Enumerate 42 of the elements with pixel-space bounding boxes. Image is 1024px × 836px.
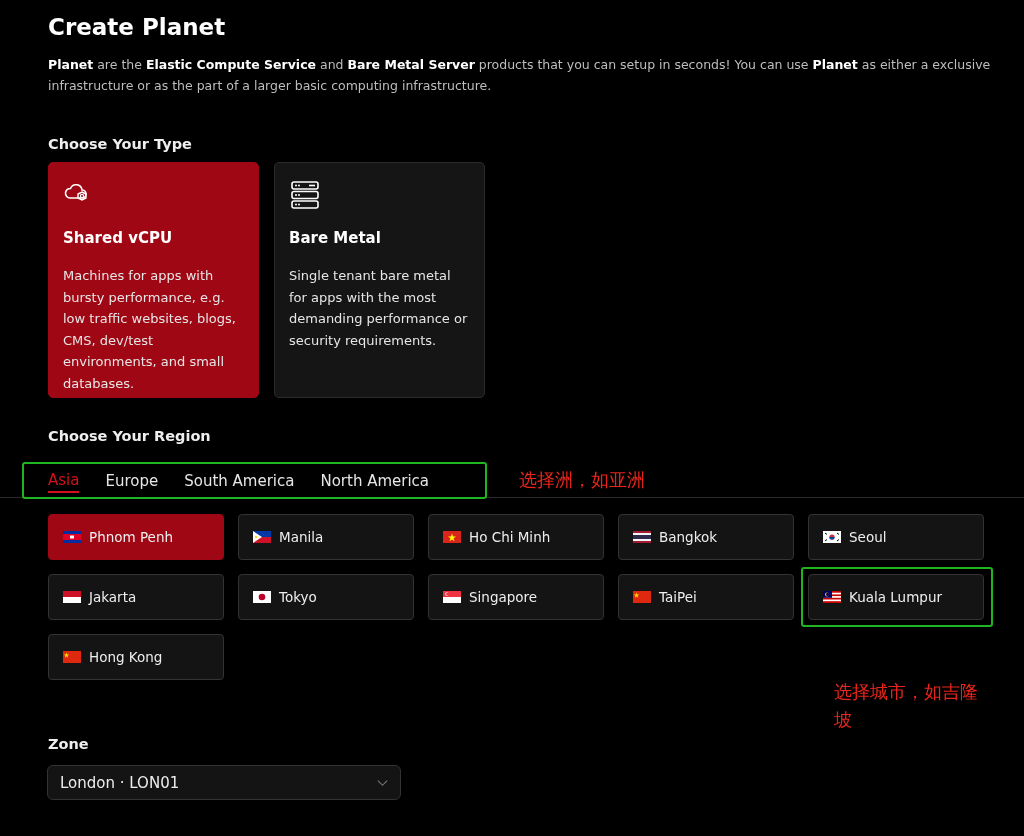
city-button[interactable]: Seoul (808, 514, 984, 560)
zone-label: Zone (48, 736, 89, 752)
flag-icon (633, 591, 651, 603)
city-button[interactable]: Manila (238, 514, 414, 560)
server-icon (289, 179, 321, 211)
flag-icon (633, 531, 651, 543)
type-name: Bare Metal (289, 229, 382, 247)
city-button[interactable]: TaiPei (618, 574, 794, 620)
section-heading: Choose Your Type (48, 136, 193, 152)
flag-icon (63, 531, 81, 543)
type-description: Single tenant bare metal for apps with the most demanding performance or security requirements. (289, 267, 469, 350)
city-button[interactable]: Bangkok (618, 514, 794, 560)
intro-text: Planet are the Elastic Compute Service and Bare Metal Server products that you can setup in seconds! You can use Planet as either a exclusive infrastructure or as the part of a larger basic computing infrastructure. (48, 56, 992, 95)
type-description: Machines for apps with bursty performance, e.g. low traffic websites, blogs, CMS, dev/test environments, and small databases. (63, 267, 237, 393)
flag-icon (253, 531, 271, 543)
flag-icon (823, 531, 841, 543)
flag-icon (253, 591, 271, 603)
chevron-down-icon (377, 778, 388, 787)
section-heading: Choose Your Region (48, 428, 212, 444)
region-tab[interactable]: South America (184, 468, 295, 493)
region-tab[interactable]: North America (320, 468, 430, 493)
city-button[interactable]: Kuala Lumpur (808, 574, 984, 620)
city-button[interactable]: Jakarta (48, 574, 224, 620)
city-button[interactable]: Tokyo (238, 574, 414, 620)
page-title: Create Planet (48, 14, 227, 40)
flag-icon (443, 531, 461, 543)
flag-icon (823, 591, 841, 603)
type-name: Shared vCPU (63, 229, 174, 247)
city-button[interactable]: Ho Chi Minh (428, 514, 604, 560)
city-button[interactable]: Hong Kong (48, 634, 224, 680)
annotation-text: 选择洲，如亚洲 (519, 468, 645, 492)
flag-icon (443, 591, 461, 603)
region-tab[interactable]: Europe (105, 468, 159, 493)
flag-icon (63, 651, 81, 663)
city-button[interactable]: Singapore (428, 574, 604, 620)
zone-select[interactable]: London · LON01 (47, 765, 401, 800)
annotation-text: 选择城市，如吉隆坡 (834, 680, 979, 732)
city-button[interactable]: Phnom Penh (48, 514, 224, 560)
region-tab[interactable]: Asia (48, 468, 80, 493)
flag-icon (63, 591, 81, 603)
type-card[interactable]: Shared vCPU Machines for apps with bursty performance, e.g. low traffic websites, blogs, CMS, dev/test environments, and small databases. (48, 162, 259, 398)
type-card[interactable]: Bare Metal Single tenant bare metal for apps with the most demanding performance or security requirements. (274, 162, 485, 398)
